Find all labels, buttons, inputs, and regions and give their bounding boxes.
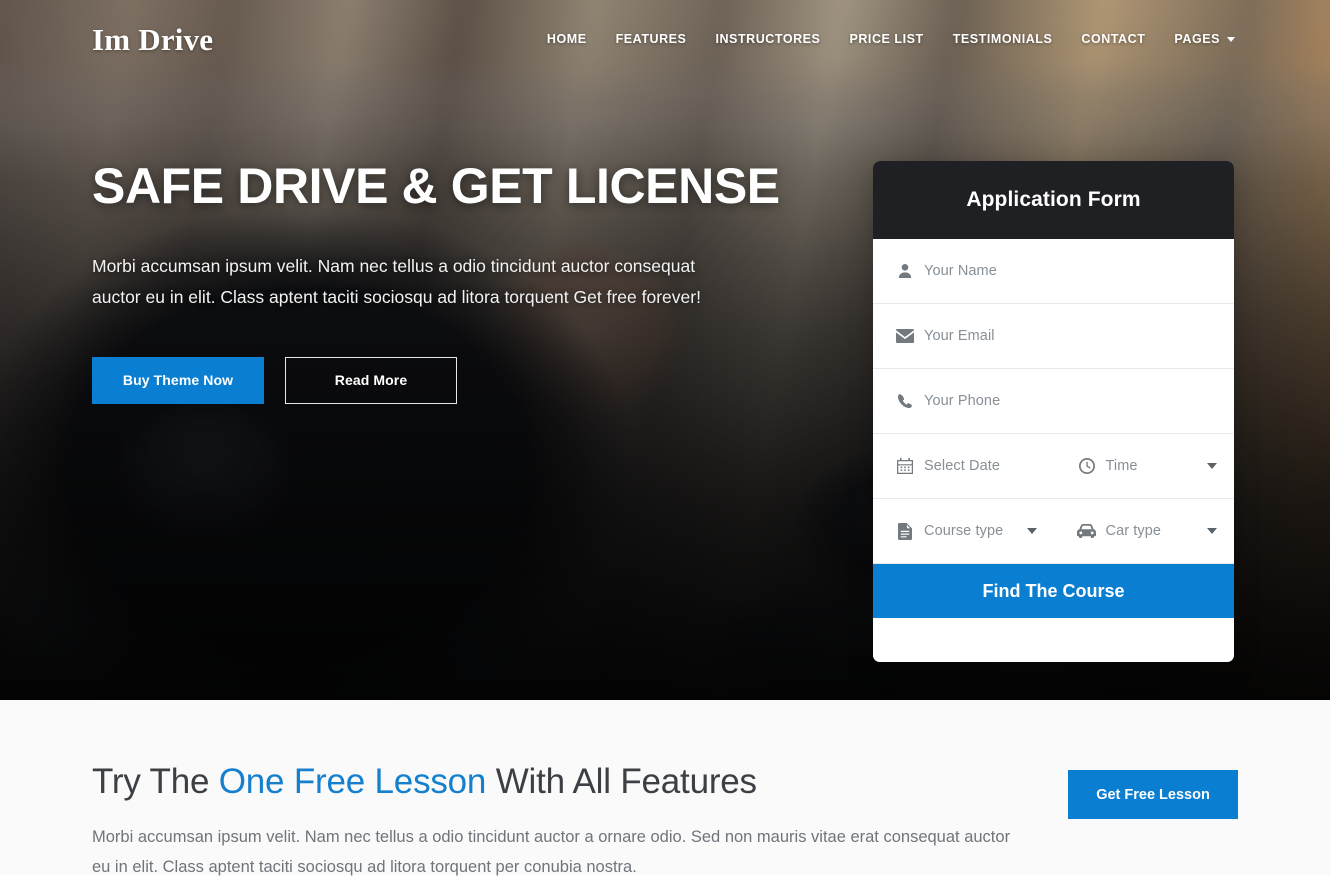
site-header: Im Drive HOME FEATURES INSTRUCTORES PRIC… — [0, 0, 1330, 78]
chevron-down-icon — [1207, 528, 1217, 534]
get-free-lesson-button[interactable]: Get Free Lesson — [1068, 770, 1238, 819]
nav-item-contact[interactable]: CONTACT — [1081, 32, 1145, 46]
envelope-icon — [895, 326, 915, 346]
free-lesson-description: Morbi accumsan ipsum velit. Nam nec tell… — [92, 828, 1011, 877]
nav-item-label: INSTRUCTORES — [715, 32, 821, 46]
date-input[interactable]: Select Date — [924, 458, 1000, 474]
nav-item-home[interactable]: HOME — [547, 32, 587, 46]
phone-input[interactable]: Your Phone — [924, 393, 1000, 409]
course-type-select[interactable]: Course type — [924, 523, 1003, 539]
clock-icon — [1077, 456, 1097, 476]
form-row-name[interactable]: Your Name — [873, 239, 1234, 304]
free-lesson-text-block: Try The One Free Lesson With All Feature… — [92, 762, 1037, 876]
free-lesson-title: Try The One Free Lesson With All Feature… — [92, 762, 1037, 801]
name-input[interactable]: Your Name — [924, 263, 997, 279]
hero-actions: Buy Theme Now Read More — [92, 356, 792, 404]
buy-theme-now-button[interactable]: Buy Theme Now — [92, 356, 264, 404]
hero-content: SAFE DRIVE & GET LICENSE Morbi accumsan … — [92, 160, 792, 404]
car-icon — [1077, 521, 1097, 541]
form-row-course-car: Course type Car type — [873, 499, 1234, 564]
nav-item-label: FEATURES — [615, 32, 687, 46]
free-lesson-section: Try The One Free Lesson With All Feature… — [0, 700, 1330, 876]
form-row-email[interactable]: Your Email — [873, 304, 1234, 369]
nav-item-pages[interactable]: PAGES — [1174, 32, 1235, 46]
free-lesson-action: Get Free Lesson — [1068, 762, 1238, 875]
hero-section: Im Drive HOME FEATURES INSTRUCTORES PRIC… — [0, 0, 1330, 700]
nav-item-label: HOME — [546, 32, 587, 46]
free-lesson-title-pre: Try The — [92, 762, 219, 801]
free-lesson-title-post: With All Features — [486, 762, 757, 801]
nav-item-label: PAGES — [1174, 32, 1220, 46]
chevron-down-icon — [1207, 463, 1217, 469]
car-type-field[interactable]: Car type — [1054, 499, 1235, 563]
application-form: Application Form Your Name Your Email Yo… — [873, 161, 1234, 662]
hero-description: Morbi accumsan ipsum velit. Nam nec tell… — [92, 255, 701, 307]
hero-title: SAFE DRIVE & GET LICENSE — [92, 158, 780, 214]
time-field[interactable]: Time — [1054, 434, 1235, 498]
user-icon — [895, 261, 915, 281]
car-type-select[interactable]: Car type — [1106, 523, 1162, 539]
nav-item-label: CONTACT — [1081, 32, 1146, 46]
form-footer-spacer — [873, 618, 1234, 662]
time-select[interactable]: Time — [1106, 458, 1138, 474]
nav-item-testimonials[interactable]: TESTIMONIALS — [953, 32, 1053, 46]
find-the-course-button[interactable]: Find The Course — [873, 564, 1234, 618]
free-lesson-title-highlight: One Free Lesson — [218, 762, 487, 801]
nav-item-features[interactable]: FEATURES — [616, 32, 687, 46]
nav-item-label: TESTIMONIALS — [952, 32, 1053, 46]
email-input[interactable]: Your Email — [924, 328, 995, 344]
nav-item-instructores[interactable]: INSTRUCTORES — [715, 32, 820, 46]
form-row-date-time: Select Date Time — [873, 434, 1234, 499]
calendar-icon — [895, 456, 915, 476]
form-row-phone[interactable]: Your Phone — [873, 369, 1234, 434]
site-logo[interactable]: Im Drive — [92, 24, 213, 55]
date-field[interactable]: Select Date — [873, 434, 1054, 498]
nav-item-label: PRICE LIST — [849, 32, 924, 46]
form-title: Application Form — [966, 188, 1141, 211]
course-type-field[interactable]: Course type — [873, 499, 1054, 563]
phone-icon — [895, 391, 915, 411]
nav-item-price-list[interactable]: PRICE LIST — [849, 32, 923, 46]
form-header: Application Form — [873, 161, 1234, 239]
main-navigation: HOME FEATURES INSTRUCTORES PRICE LIST TE… — [547, 32, 1235, 46]
chevron-down-icon — [1227, 36, 1235, 42]
document-icon — [895, 521, 915, 541]
chevron-down-icon — [1026, 528, 1037, 534]
read-more-button[interactable]: Read More — [285, 356, 457, 404]
